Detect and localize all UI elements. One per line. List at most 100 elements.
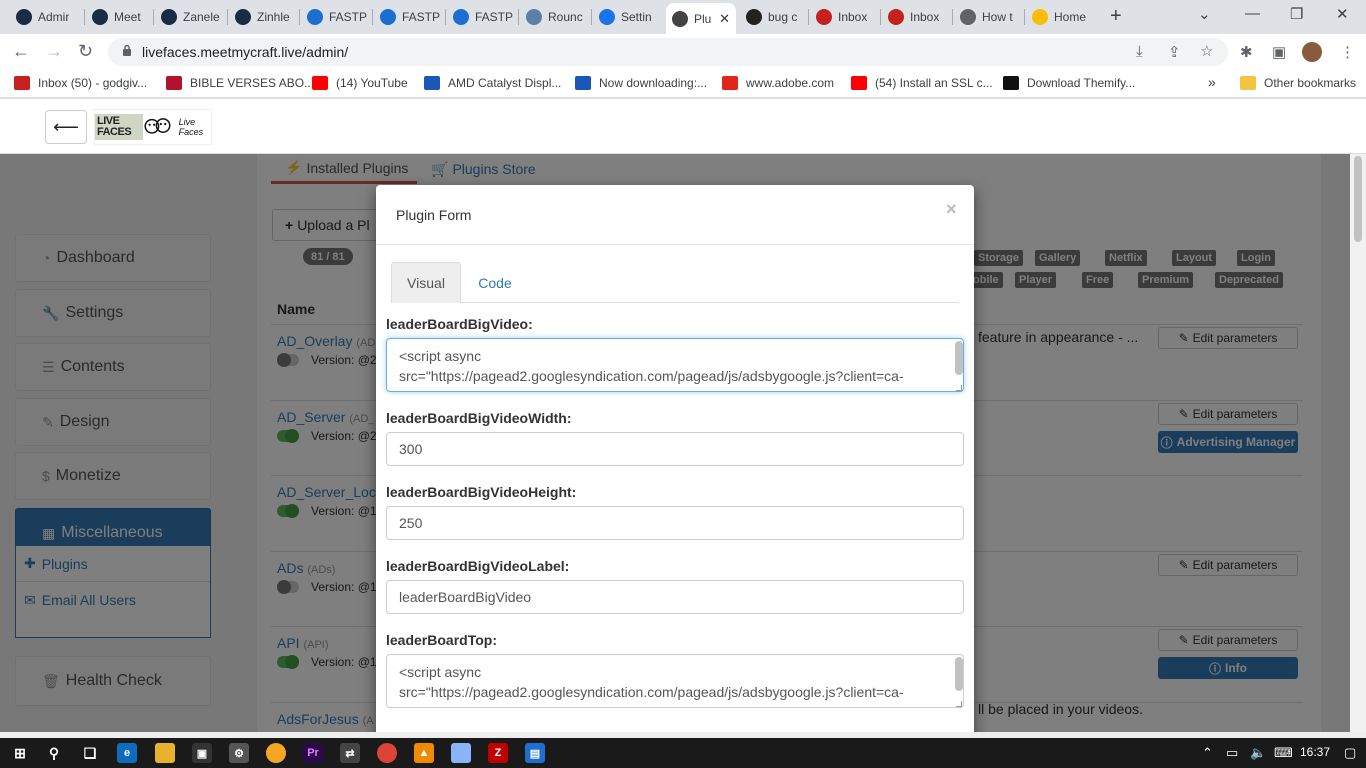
back-arrow-icon[interactable]: ← [12,42,30,60]
scrollbar-thumb[interactable] [1354,156,1362,242]
filezilla-icon[interactable]: Z [488,743,508,763]
extensions-puzzle-icon[interactable]: ✱ [1240,43,1253,61]
menu-kebab-icon[interactable]: ⋮ [1340,43,1355,61]
browser-tab[interactable]: bug c [740,4,812,30]
browser-tab-title: Meet [114,10,141,24]
store-icon[interactable]: ▣ [192,743,212,763]
tab-separator [1024,9,1025,25]
browser-tab[interactable]: Zanele [155,4,227,30]
task-view-icon[interactable]: ❏ [80,743,100,763]
browser-tab[interactable]: Plu ✕ [666,3,736,34]
plugin-form-modal: Plugin Form × Visual Code leaderBoardBig… [376,185,974,732]
browser-tab[interactable]: Rounc [520,4,592,30]
close-icon[interactable]: × [946,199,957,220]
windows-start-icon[interactable]: ⊞ [10,743,30,763]
close-tab-icon[interactable]: ✕ [715,11,730,27]
field-label-leaderboard-big-video-width: leaderBoardBigVideoWidth: [386,410,572,426]
bookmark-item[interactable]: www.adobe.com [722,76,834,90]
volume-icon[interactable]: 🔈 [1250,745,1266,761]
chrome-icon[interactable] [377,743,397,763]
minimize-button[interactable]: — [1245,5,1260,22]
browser-toolbar: ← → ↻ livefaces.meetmycraft.live/admin/ … [0,34,1366,70]
calculator-icon[interactable]: ▤ [525,743,545,763]
profile-avatar[interactable] [1302,42,1322,62]
browser-tab[interactable]: Settin [593,4,665,30]
restore-button[interactable]: ❐ [1290,5,1303,23]
bookmark-item[interactable]: BIBLE VERSES ABO... [166,76,314,90]
textarea-scrollbar[interactable] [955,657,963,691]
bookmark-item[interactable]: Inbox (50) - godgiv... [14,76,147,90]
page-scrollbar[interactable] [1350,154,1366,732]
field-label-leaderboard-big-video-height: leaderBoardBigVideoHeight: [386,484,577,500]
network-tool-icon[interactable]: ⇄ [340,743,360,763]
network-icon[interactable]: ▭ [1226,745,1238,761]
textarea-resize-handle[interactable] [956,385,962,391]
tray-chevron-icon[interactable]: ⌃ [1202,745,1213,761]
tab-code[interactable]: Code [461,262,529,303]
tab-visual[interactable]: Visual [391,262,461,303]
side-panel-icon[interactable]: ▣ [1272,43,1286,61]
bookmark-item[interactable]: (54) Install an SSL c... [851,76,993,90]
search-icon[interactable]: ⚲ [44,743,64,763]
browser-tab[interactable]: Inbox [810,4,882,30]
leaderboard-big-video-width-input[interactable] [386,432,964,466]
back-button[interactable]: ⟵ [45,110,87,144]
adobe-icon [722,76,738,90]
browser-tab-title: Zinhle [257,10,290,24]
reload-icon[interactable]: ↻ [78,42,93,60]
modal-title: Plugin Form [396,207,472,223]
browser-tab[interactable]: FASTP [374,4,446,30]
browser-tab-title: Inbox [838,10,868,24]
browser-tab[interactable]: How t [954,4,1026,30]
browser-tab-title: FASTP [475,10,513,24]
browser-tab[interactable]: Admir [10,4,82,30]
bookmark-item[interactable]: Download Themify... [1003,76,1135,90]
bookmark-label: BIBLE VERSES ABO... [190,76,315,90]
leaderboard-big-video-label-input[interactable] [386,580,964,614]
browser-tab[interactable]: FASTP [447,4,519,30]
leaderboard-top-textarea[interactable]: <script async src="https://pagead2.googl… [386,654,964,708]
install-app-icon[interactable]: ⤓ [1136,43,1143,60]
textarea-scrollbar[interactable] [955,341,963,375]
address-bar[interactable]: livefaces.meetmycraft.live/admin/ ⤓ ⇪ ☆ [108,38,1228,66]
globe-icon [960,9,976,25]
share-icon[interactable]: ⇪ [1168,43,1181,61]
tab-search-icon[interactable]: ⌄ [1198,5,1211,23]
site-logo[interactable]: LIVE FACES Live Faces [94,109,212,145]
premiere-icon[interactable]: Pr [303,743,323,763]
other-bookmarks-folder[interactable]: Other bookmarks [1240,76,1356,90]
field-label-leaderboard-top: leaderBoardTop: [386,632,497,648]
windows-taskbar: ⊞ ⚲ ❏ e ▣ ⚙ Pr ⇄ ▲ Z ▤ ⌃ ▭ 🔈 ⌨ 16:37 ▢ [0,738,1366,768]
notifications-icon[interactable]: ▢ [1344,745,1356,761]
bookmark-label: Now downloading:... [599,76,708,90]
logo-text: LIVE FACES [95,114,143,140]
browser-tab[interactable]: FASTP [301,4,373,30]
edge-icon[interactable]: e [117,743,137,763]
bookmark-item[interactable]: Now downloading:... [575,76,707,90]
chrome-canary-icon[interactable] [266,743,286,763]
more-bookmarks-button[interactable]: » [1208,74,1216,90]
bookmark-item[interactable]: AMD Catalyst Displ... [424,76,561,90]
tab-separator [84,9,85,25]
close-window-button[interactable]: ✕ [1336,5,1349,23]
bookmark-item[interactable]: (14) YouTube [312,76,408,90]
browser-tab-title: Plu [694,11,712,26]
bookmarks-bar: Inbox (50) - godgiv... BIBLE VERSES ABO..… [0,70,1366,98]
notepad-icon[interactable] [451,743,471,763]
browser-tab[interactable]: Inbox [882,4,954,30]
leaderboard-big-video-textarea[interactable]: <script async src="https://pagead2.googl… [386,338,964,392]
browser-tab[interactable]: Meet [86,4,158,30]
google-ads-icon [1032,9,1048,25]
file-explorer-icon[interactable] [155,743,175,763]
settings-gear-icon[interactable]: ⚙ [229,743,249,763]
vlc-icon[interactable]: ▲ [414,743,434,763]
bookmark-star-icon[interactable]: ☆ [1200,42,1213,60]
browser-tab[interactable]: Home [1026,4,1098,30]
clock: 16:37 [1300,745,1331,759]
browser-tab[interactable]: Zinhle [229,4,301,30]
keyboard-icon[interactable]: ⌨ [1274,745,1293,761]
new-tab-button[interactable]: + [1110,6,1122,26]
textarea-resize-handle[interactable] [956,701,962,707]
forward-arrow-icon[interactable]: → [45,42,63,60]
leaderboard-big-video-height-input[interactable] [386,506,964,540]
